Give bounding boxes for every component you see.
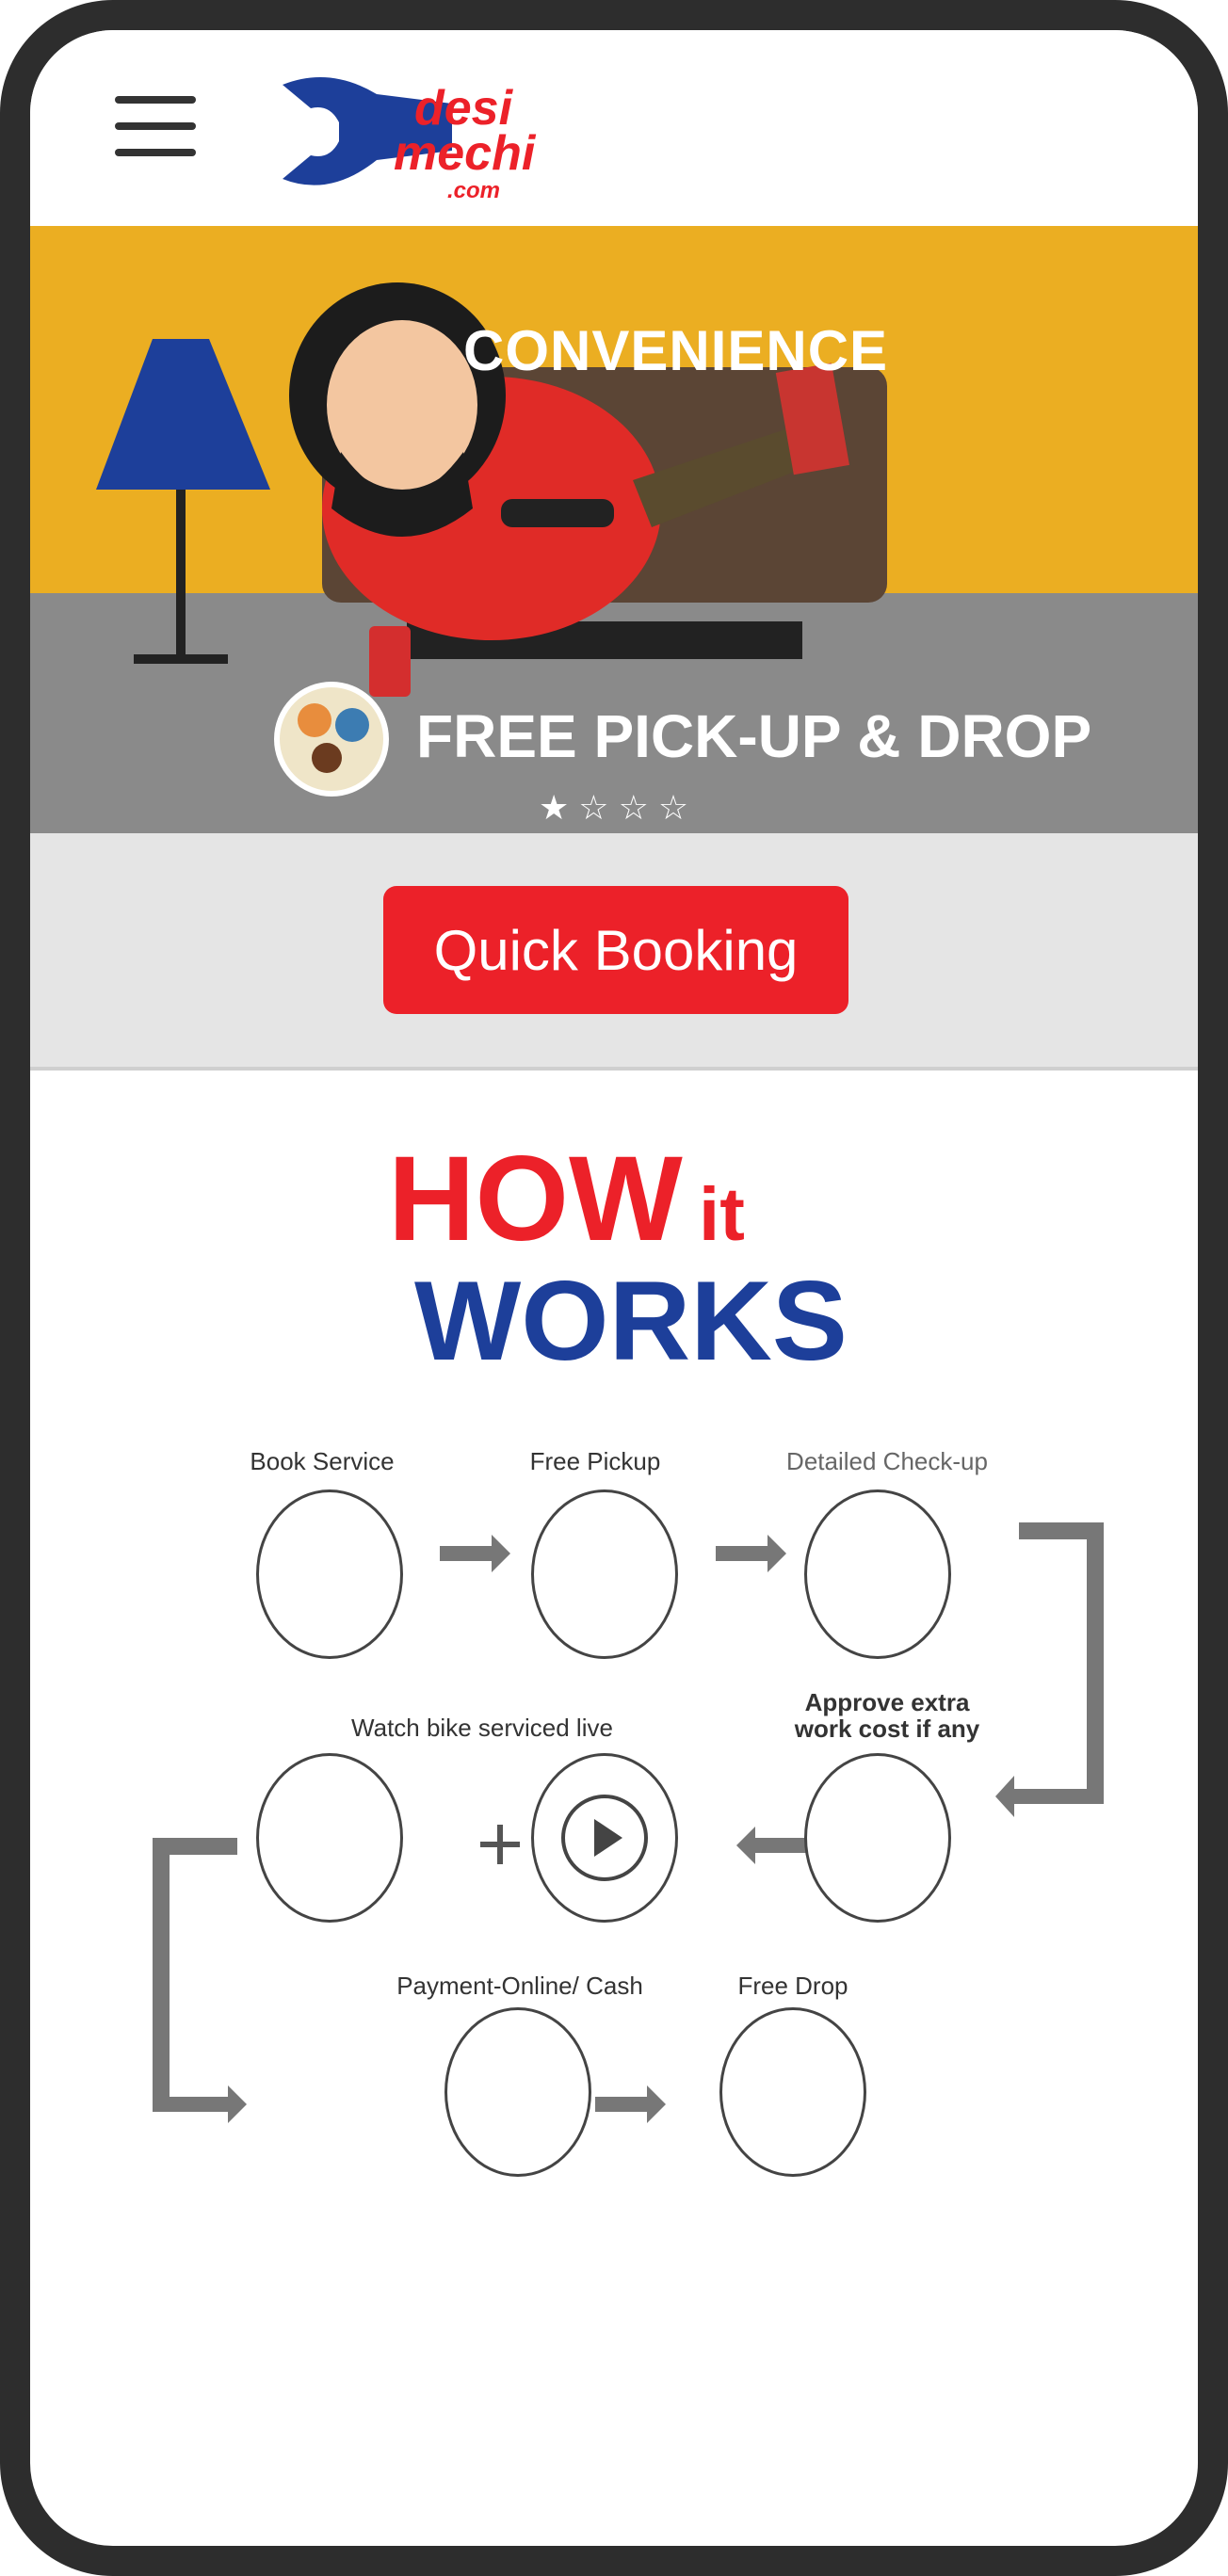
banner-title: CONVENIENCE xyxy=(463,319,889,382)
step-label: Book Service xyxy=(250,1447,395,1475)
gear-wrench-icon xyxy=(256,1753,403,1923)
key-handover-icon xyxy=(719,2007,866,2177)
step-label: Free Pickup xyxy=(529,1447,661,1475)
heading-works: WORKS xyxy=(414,1258,848,1384)
inspection-icon xyxy=(804,1489,951,1659)
quick-booking-button[interactable]: Quick Booking xyxy=(383,886,848,1014)
payment-card-icon xyxy=(444,2007,591,2177)
heading-it: it xyxy=(699,1172,745,1256)
booking-section: Quick Booking xyxy=(30,833,1198,1071)
logo-text-mechi: mechi xyxy=(394,126,537,181)
step-label: Detailed Check-up xyxy=(786,1447,988,1475)
carousel-dot[interactable]: ☆ xyxy=(658,791,688,825)
logo-text-com: .com xyxy=(447,178,500,203)
convenience-banner[interactable]: CONVENIENCE FREE PICK-UP & DROP ★ ☆ ☆ ☆ xyxy=(30,226,1198,833)
phone-frame: desi mechi .com CONVENIENCE FREE PICK-UP… xyxy=(0,0,1228,2576)
key-hand-icon xyxy=(531,1489,678,1659)
carousel-dot[interactable]: ★ xyxy=(539,791,569,825)
carousel-dots[interactable]: ★ ☆ ☆ ☆ xyxy=(539,791,689,825)
play-icon xyxy=(531,1753,678,1923)
arrow-right-icon xyxy=(595,2085,666,2123)
step-label: Free Drop xyxy=(737,1972,848,2000)
step-label: Approve extra work cost if any xyxy=(794,1688,980,1743)
carousel-dot[interactable]: ☆ xyxy=(619,791,649,825)
desimechi-logo[interactable]: desi mechi .com xyxy=(273,66,612,207)
step-label: Watch bike serviced live xyxy=(351,1714,613,1742)
screen: desi mechi .com CONVENIENCE FREE PICK-UP… xyxy=(30,30,1198,2546)
heading-how: HOW xyxy=(388,1132,683,1266)
approval-handshake-icon xyxy=(804,1753,951,1923)
arrow-right-icon xyxy=(716,1535,786,1572)
arrow-left-icon xyxy=(736,1827,807,1864)
carousel-dot[interactable]: ☆ xyxy=(578,791,608,825)
step-label: Payment-Online/ Cash xyxy=(396,1972,643,2000)
banner-subtitle: FREE PICK-UP & DROP xyxy=(416,702,1092,770)
pointer-click-icon xyxy=(256,1489,403,1659)
how-it-works-heading: HOW it WORKS xyxy=(388,1132,848,1384)
site-header: desi mechi .com xyxy=(30,30,1198,226)
arrow-right-icon xyxy=(440,1535,510,1572)
menu-icon[interactable] xyxy=(115,96,196,158)
